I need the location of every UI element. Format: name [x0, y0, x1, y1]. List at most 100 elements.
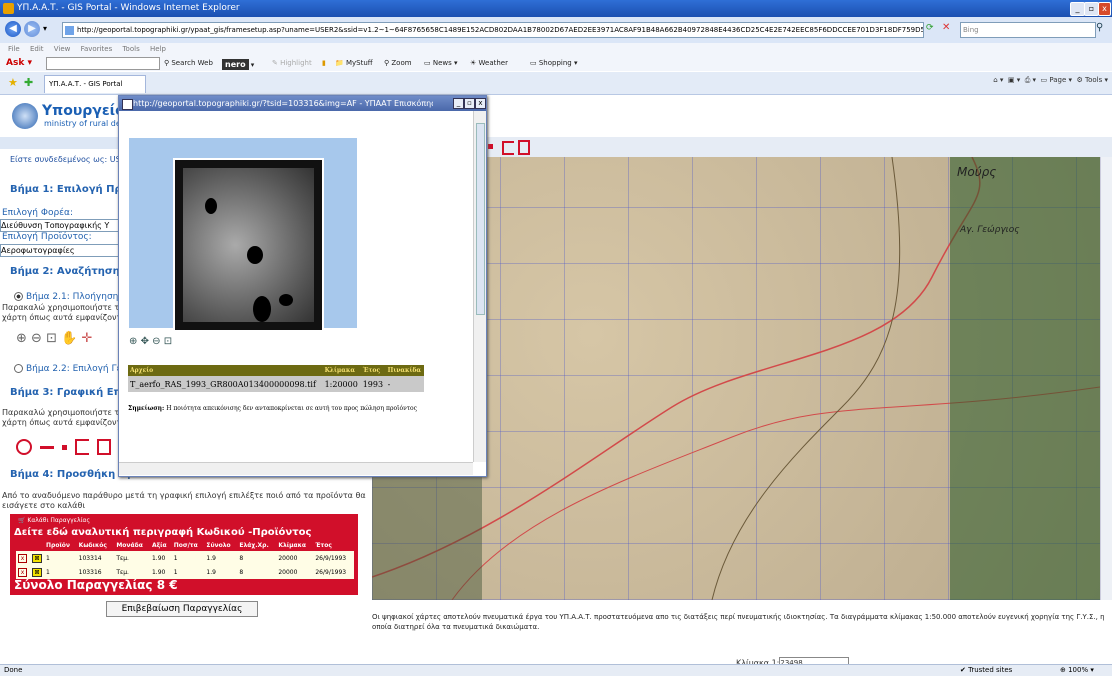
- popup-pan-icon[interactable]: ✥: [141, 336, 149, 347]
- command-bar: ⌂ ▾ ▣ ▾ ⎙ ▾ ▭ Page ▾ ⚙ Tools ▾: [993, 76, 1108, 85]
- weather-button[interactable]: ☀ Weather: [470, 55, 508, 71]
- mystuff-button[interactable]: 📁 MyStuff: [335, 55, 373, 71]
- product-label: Επιλογή Προϊόντος:: [2, 232, 92, 242]
- zoom-in-icon[interactable]: ⊕: [16, 331, 27, 346]
- page-menu[interactable]: ▭ Page ▾: [1040, 76, 1072, 84]
- step4-help-1: Από το αναδυόμενο παράθυρο μετά τη γραφι…: [2, 491, 366, 500]
- table-row: x ⊠ 1 103316 Τεμ. 1.90 1 1.9 8 20000 26/…: [16, 565, 354, 579]
- view-item-icon[interactable]: ⊠: [32, 567, 42, 577]
- url-input[interactable]: http://geoportal.topographiki.gr/ypaat_g…: [62, 22, 924, 38]
- ask-logo-icon[interactable]: Ask ▾: [6, 55, 32, 71]
- point-tool-icon[interactable]: [488, 144, 493, 149]
- shopping-label: Shopping: [538, 59, 572, 67]
- popup-minimize-button[interactable]: _: [453, 98, 464, 109]
- tab-bar: ★ ✚ ΥΠ.Α.Α.Τ. - GIS Portal ⌂ ▾ ▣ ▾ ⎙ ▾ ▭…: [0, 72, 1112, 95]
- remove-item-icon[interactable]: x: [18, 567, 27, 577]
- cart-cell: 1.9: [204, 565, 238, 579]
- home-icon[interactable]: ⌂ ▾: [993, 76, 1003, 84]
- file-year: 1993: [360, 376, 386, 392]
- favorites-star-icon[interactable]: ★: [8, 76, 18, 89]
- cart-table: Προϊόν Κωδικός Μονάδα Αξία Ποσ/τα Σύνολο…: [16, 540, 354, 579]
- close-button[interactable]: x: [1098, 2, 1111, 16]
- cart-heading[interactable]: Δείτε εδώ αναλυτική περιγραφή Κωδικού -Π…: [14, 527, 311, 538]
- nero-button[interactable]: nero ▾: [222, 57, 254, 73]
- weather-label: Weather: [478, 59, 508, 67]
- menu-help[interactable]: Help: [150, 45, 166, 53]
- provider-select[interactable]: Διεύθυνση Τοπογραφικής Υ: [0, 219, 120, 232]
- rectangle-tool-icon[interactable]: [518, 140, 530, 155]
- ask-search-input[interactable]: [46, 57, 160, 70]
- menu-file[interactable]: File: [8, 45, 20, 53]
- feeds-icon[interactable]: ▣ ▾: [1008, 76, 1020, 84]
- file-name[interactable]: T_aerfo_RAS_1993_GR800A013400000098.tif: [128, 376, 323, 392]
- rectangle-select-icon[interactable]: [96, 439, 111, 455]
- polygon-tool-icon[interactable]: [502, 141, 514, 155]
- identify-icon[interactable]: ✛: [81, 331, 92, 346]
- confirm-order-button[interactable]: Επιβεβαίωση Παραγγελίας: [106, 601, 258, 617]
- polygon-select-icon[interactable]: [74, 439, 89, 455]
- line-select-icon[interactable]: [39, 445, 54, 449]
- file-scale: 1:20000: [322, 376, 361, 392]
- forward-button[interactable]: ▶: [24, 21, 40, 37]
- page-menu-label: Page: [1049, 76, 1067, 84]
- menu-edit[interactable]: Edit: [30, 45, 44, 53]
- nav-tools: ⊕ ⊖ ⊡ ✋ ✛: [16, 331, 92, 346]
- product-select[interactable]: Αεροφωτογραφίες: [0, 244, 120, 257]
- tools-menu[interactable]: ⚙ Tools ▾: [1076, 76, 1108, 84]
- print-icon[interactable]: ⎙ ▾: [1025, 76, 1036, 84]
- bookmark-icon[interactable]: ▮: [322, 55, 326, 71]
- add-favorites-icon[interactable]: ✚: [24, 76, 33, 89]
- map-forest-area: [950, 157, 1100, 600]
- popup-zoom-in-icon[interactable]: ⊕: [129, 336, 137, 347]
- radio-unselected-icon[interactable]: [14, 364, 23, 373]
- zoom-button[interactable]: ⚲ Zoom: [384, 55, 412, 71]
- point-select-icon[interactable]: [61, 444, 67, 450]
- copyright-notice: Οι ψηφιακοί χάρτες αποτελούν πνευματικά …: [372, 613, 1105, 631]
- history-dropdown-icon[interactable]: ▾: [43, 24, 47, 33]
- cart-cell: 103314: [76, 551, 115, 565]
- zoom-out-icon[interactable]: ⊖: [31, 331, 42, 346]
- popup-close-button[interactable]: x: [475, 98, 486, 109]
- menu-favorites[interactable]: Favorites: [81, 45, 113, 53]
- search-input[interactable]: Bing: [960, 22, 1096, 38]
- photo-mask: [279, 294, 293, 306]
- highlight-button[interactable]: ✎ Highlight: [272, 55, 312, 71]
- popup-maximize-button[interactable]: ▫: [464, 98, 475, 109]
- radio-selected-icon[interactable]: [14, 292, 23, 301]
- cart-cell: ⊠: [30, 551, 44, 565]
- search-icon[interactable]: ⚲: [1096, 22, 1103, 33]
- popup-scroll-thumb[interactable]: [476, 123, 485, 315]
- step22-radio[interactable]: Βήμα 2.2: Επιλογή Γεω: [14, 364, 129, 374]
- minimize-button[interactable]: _: [1070, 2, 1085, 16]
- zoom-label: Zoom: [391, 59, 412, 67]
- news-button[interactable]: ▭ News ▾: [424, 55, 458, 71]
- tab-gis-portal[interactable]: ΥΠ.Α.Α.Τ. - GIS Portal: [44, 75, 146, 93]
- cart-cell: 1: [171, 565, 205, 579]
- table-row: x ⊠ 1 103314 Τεμ. 1.90 1 1.9 8 20000 26/…: [16, 551, 354, 565]
- cart-title-text: Καλάθι Παραγγελίας: [27, 517, 91, 524]
- step21-radio[interactable]: Βήμα 2.1: Πλοήγηση σ: [14, 292, 127, 302]
- stop-icon[interactable]: ✕: [942, 22, 950, 33]
- step21-label: Βήμα 2.1: Πλοήγηση σ: [26, 292, 127, 302]
- popup-full-extent-icon[interactable]: ⊡: [164, 336, 172, 347]
- zoom-box-icon[interactable]: ⊡: [46, 331, 57, 346]
- view-item-icon[interactable]: ⊠: [32, 553, 42, 563]
- map-scrollbar[interactable]: [1100, 157, 1112, 600]
- menu-tools[interactable]: Tools: [122, 45, 139, 53]
- popup-vertical-scrollbar[interactable]: [473, 111, 486, 462]
- pan-hand-icon[interactable]: ✋: [61, 331, 77, 346]
- circle-select-icon[interactable]: [16, 439, 32, 455]
- popup-horizontal-scrollbar[interactable]: [119, 462, 473, 475]
- table-row: T_aerfo_RAS_1993_GR800A013400000098.tif …: [128, 376, 424, 392]
- maximize-button[interactable]: ▫: [1084, 2, 1099, 16]
- search-web-button[interactable]: ⚲ Search Web: [164, 55, 213, 71]
- popup-zoom-out-icon[interactable]: ⊖: [152, 336, 160, 347]
- note-text: Η ποιότητα απεικόνισης δεν ανταποκρίνετα…: [166, 405, 418, 412]
- cart-cell: 1: [171, 551, 205, 565]
- shopping-button[interactable]: ▭ Shopping ▾: [530, 55, 577, 71]
- zoom-level[interactable]: ⊕ 100% ▾: [1060, 665, 1094, 676]
- remove-item-icon[interactable]: x: [18, 553, 27, 563]
- menu-view[interactable]: View: [54, 45, 71, 53]
- refresh-icon[interactable]: ⟳: [926, 23, 934, 33]
- back-button[interactable]: ◀: [5, 21, 21, 37]
